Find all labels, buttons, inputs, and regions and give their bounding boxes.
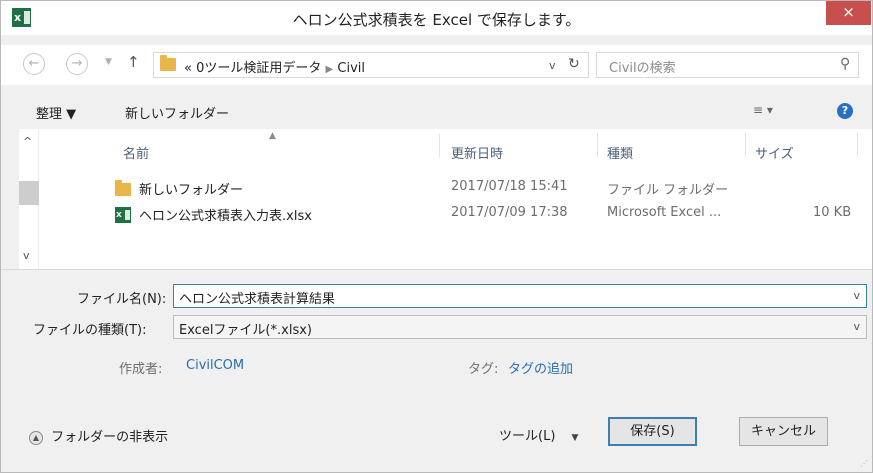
search-input[interactable]: Civilの検索 ⚲: [596, 52, 859, 78]
chevron-down-icon: ▼: [571, 433, 579, 443]
file-name: 新しいフォルダー: [139, 183, 244, 198]
tools-button[interactable]: ツール(L) ▼: [499, 425, 578, 444]
pane-divider: [1, 269, 872, 270]
excel-file-icon: x: [115, 207, 131, 223]
column-divider[interactable]: [745, 133, 746, 157]
tags-field[interactable]: タグの追加: [508, 358, 573, 377]
file-list-pane: ^ v ▲ 名前 更新日時 種類 サイズ 新しいフォルダー 2017/07/18…: [19, 129, 872, 269]
cancel-button[interactable]: キャンセル: [739, 417, 828, 446]
file-size: 10 KB: [813, 205, 852, 220]
address-row: ← → ▼ ↑ « 0ツール検証用データ ▶ Civil v ↻ Civilの検…: [1, 45, 872, 85]
author-field[interactable]: CivilCOM: [186, 358, 244, 373]
filetype-select[interactable]: Excelファイル(*.xlsx) v: [173, 315, 867, 339]
search-placeholder: Civilの検索: [609, 61, 676, 76]
file-type: Microsoft Excel ...: [607, 205, 722, 220]
breadcrumb-separator-icon[interactable]: ▶: [326, 64, 334, 75]
up-arrow-icon[interactable]: ↑: [127, 53, 140, 71]
back-arrow-icon[interactable]: ←: [23, 53, 45, 75]
column-header-type[interactable]: 種類: [607, 143, 633, 162]
filetype-label: ファイルの種類(T):: [33, 323, 147, 338]
sort-ascending-icon: ▲: [269, 131, 276, 141]
refresh-icon[interactable]: ↻: [568, 56, 580, 72]
new-folder-button[interactable]: 新しいフォルダー: [125, 103, 229, 122]
column-header-name[interactable]: 名前: [123, 143, 149, 162]
help-icon[interactable]: ?: [837, 103, 853, 119]
breadcrumb-parent[interactable]: 0ツール検証用データ: [196, 61, 321, 76]
file-row-xlsx[interactable]: x ヘロン公式求積表入力表.xlsx 2017/07/09 17:38 Micr…: [115, 203, 855, 225]
column-divider[interactable]: [597, 133, 598, 157]
tools-label: ツール(L): [499, 429, 556, 444]
tags-label: タグ:: [468, 362, 499, 377]
breadcrumb: « 0ツール検証用データ ▶ Civil: [184, 57, 365, 76]
file-modified: 2017/07/09 17:38: [451, 205, 568, 220]
hide-folders-toggle[interactable]: ▲ フォルダーの非表示: [29, 426, 168, 445]
column-header-size[interactable]: サイズ: [755, 143, 794, 162]
column-header-modified[interactable]: 更新日時: [451, 143, 503, 162]
navigation-scrollbar[interactable]: ^ v: [19, 129, 39, 269]
filename-field[interactable]: ヘロン公式求積表計算結果 v: [173, 284, 867, 308]
view-options-icon[interactable]: ≡ ▾: [753, 103, 773, 117]
address-bar[interactable]: « 0ツール検証用データ ▶ Civil v ↻: [153, 52, 589, 78]
command-bar: 整理 ▼ 新しいフォルダー ≡ ▾ ?: [1, 93, 872, 129]
forward-arrow-icon[interactable]: →: [66, 53, 88, 75]
scroll-down-icon[interactable]: v: [23, 249, 30, 262]
column-divider[interactable]: [439, 133, 440, 157]
recent-locations-dropdown-icon[interactable]: ▼: [105, 57, 112, 67]
title-bar: x ヘロン公式求積表を Excel で保存します。 ×: [1, 1, 872, 35]
save-button[interactable]: 保存(S): [608, 417, 697, 446]
folder-icon: [160, 55, 176, 71]
file-type: ファイル フォルダー: [607, 183, 729, 198]
close-button[interactable]: ×: [826, 1, 871, 25]
window-title: ヘロン公式求積表を Excel で保存します。: [292, 11, 581, 29]
author-label: 作成者:: [119, 362, 163, 377]
organize-button[interactable]: 整理 ▼: [36, 103, 76, 122]
filetype-value: Excelファイル(*.xlsx): [179, 323, 312, 338]
filename-label: ファイル名(N):: [77, 292, 167, 307]
file-name: ヘロン公式求積表入力表.xlsx: [139, 209, 312, 224]
scroll-up-icon[interactable]: ^: [23, 135, 32, 148]
scroll-thumb[interactable]: [19, 181, 39, 205]
filename-value: ヘロン公式求積表計算結果: [179, 292, 336, 307]
collapse-icon: ▲: [29, 430, 43, 445]
search-icon[interactable]: ⚲: [840, 56, 850, 72]
file-row-folder[interactable]: 新しいフォルダー 2017/07/18 15:41 ファイル フォルダー: [115, 177, 855, 199]
file-modified: 2017/07/18 15:41: [451, 179, 568, 194]
breadcrumb-current[interactable]: Civil: [337, 61, 365, 76]
address-dropdown-icon[interactable]: v: [549, 59, 556, 72]
hide-folders-label: フォルダーの非表示: [51, 430, 169, 445]
resize-grip-icon[interactable]: ⋰: [860, 459, 868, 468]
chevron-down-icon[interactable]: v: [853, 320, 860, 333]
column-divider[interactable]: [857, 133, 858, 157]
breadcrumb-overflow[interactable]: «: [184, 61, 192, 76]
chevron-down-icon[interactable]: v: [853, 289, 860, 302]
save-as-dialog: x ヘロン公式求積表を Excel で保存します。 × ← → ▼ ↑ « 0ツ…: [0, 0, 873, 473]
folder-icon: [115, 180, 131, 196]
